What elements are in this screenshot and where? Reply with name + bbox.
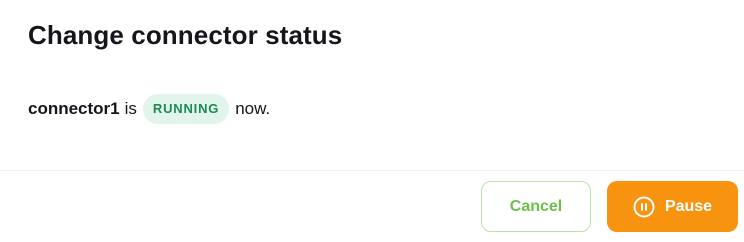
message-text-is: is [124, 99, 137, 118]
dialog-title: Change connector status [28, 20, 343, 50]
footer-divider [0, 170, 744, 171]
dialog-message: connector1 is RUNNING now. [28, 94, 270, 124]
connector-name: connector1 [28, 99, 120, 118]
change-status-dialog: Change connector status connector1 is RU… [0, 0, 744, 242]
dialog-header: Change connector status [28, 20, 342, 51]
status-badge: RUNNING [142, 94, 230, 124]
message-text-suffix: now. [235, 99, 271, 118]
dialog-footer: Cancel Pause [481, 181, 738, 232]
pause-button-label: Pause [664, 197, 713, 215]
pause-button[interactable]: Pause [607, 181, 738, 232]
cancel-button-label: Cancel [509, 197, 563, 215]
pause-circle-icon [633, 196, 655, 218]
cancel-button[interactable]: Cancel [481, 181, 591, 232]
